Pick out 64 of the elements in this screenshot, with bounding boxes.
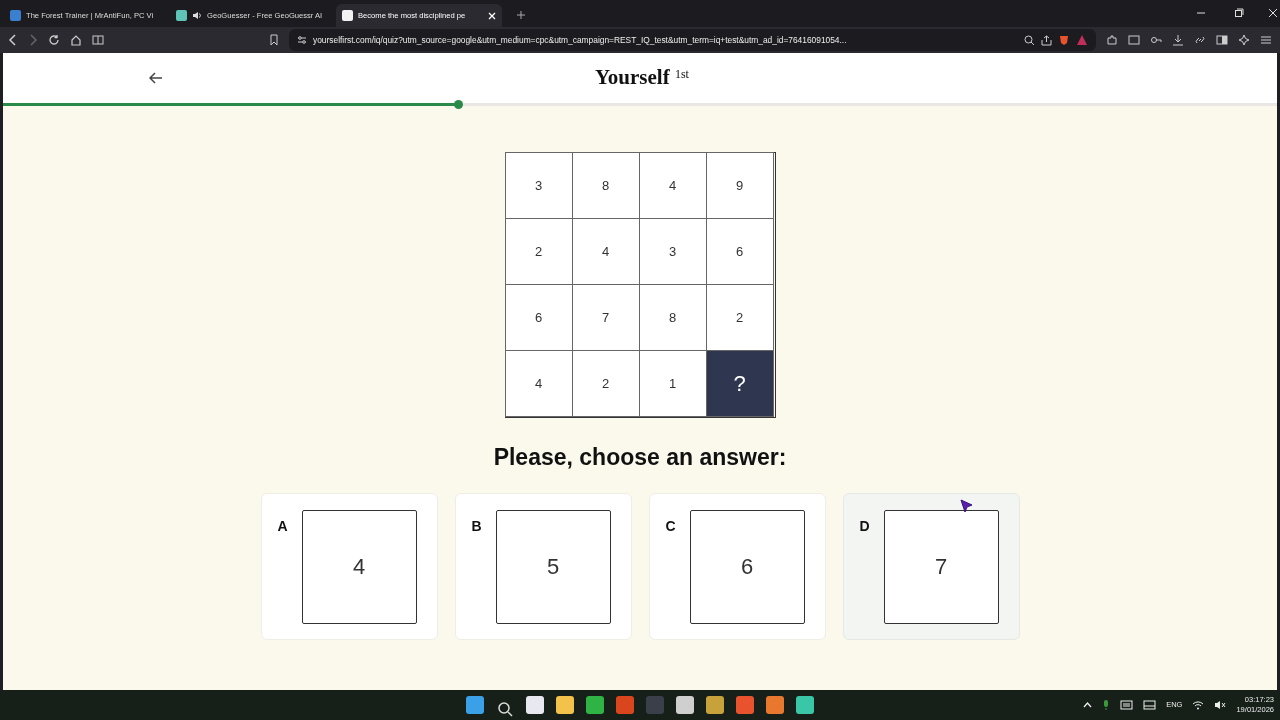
back-arrow-icon[interactable] <box>149 72 163 84</box>
answer-letter: A <box>277 516 288 536</box>
site-settings-icon[interactable] <box>297 35 307 45</box>
grid-cell: 3 <box>504 152 573 219</box>
grid-cell: 7 <box>571 284 640 351</box>
speaker-icon[interactable] <box>1214 700 1227 710</box>
tab-favicon <box>342 10 353 21</box>
answer-letter: B <box>471 516 482 536</box>
grid-cell: 8 <box>571 152 640 219</box>
grid-cell: 8 <box>638 284 707 351</box>
chevron-up-icon[interactable] <box>1083 701 1093 709</box>
download-icon[interactable] <box>1172 34 1184 46</box>
grid-cell: 6 <box>504 284 573 351</box>
grid-cell: 4 <box>504 350 573 417</box>
tab-favicon <box>10 10 21 21</box>
forward-icon[interactable] <box>28 34 38 46</box>
answer-card[interactable]: A 4 <box>260 492 438 640</box>
answer-value: 6 <box>689 509 805 624</box>
key-icon[interactable] <box>1150 34 1162 46</box>
grid-cell: 6 <box>705 218 774 285</box>
grid-cell: 1 <box>638 350 707 417</box>
triangle-icon[interactable] <box>1076 34 1088 46</box>
home-icon[interactable] <box>70 34 82 46</box>
restore-icon[interactable] <box>1234 8 1244 18</box>
menu-icon[interactable] <box>1260 34 1272 46</box>
url-text: yourselfirst.com/iq/quiz?utm_source=google&utm_medium=cpc&utm_campaign=REST_IQ_test&utm_term=iq+test&utm_ad_id=76416091054... <box>313 33 848 47</box>
address-bar[interactable]: yourselfirst.com/iq/quiz?utm_source=google&utm_medium=cpc&utm_campaign=REST_IQ_test&utm_term=iq+test&utm_ad_id=76416091054... <box>289 29 1096 51</box>
sidebar-icon[interactable] <box>92 34 104 46</box>
wifi-icon[interactable] <box>1192 700 1205 710</box>
grid-cell: 2 <box>705 284 774 351</box>
answer-value: 7 <box>883 509 999 624</box>
grid-cell: 2 <box>571 350 640 417</box>
grid-cell: 4 <box>571 218 640 285</box>
answer-card[interactable]: C 6 <box>648 492 826 640</box>
cursor-icon <box>959 498 973 513</box>
logo[interactable]: Yourself $^{1st}$ <box>595 62 689 94</box>
prompt-text: Please, choose an answer: <box>492 443 788 472</box>
share-icon[interactable] <box>1041 34 1052 46</box>
progress-dot <box>454 100 464 109</box>
grid-cell: 4 <box>638 152 707 219</box>
zoom-icon[interactable] <box>1024 34 1035 46</box>
panel-icon[interactable] <box>1216 34 1228 46</box>
bookmark-icon[interactable] <box>269 34 279 46</box>
back-icon[interactable] <box>8 34 18 46</box>
grid-cell: 2 <box>504 218 573 285</box>
link-icon[interactable] <box>1194 34 1206 46</box>
answer-card[interactable]: B 5 <box>454 492 632 640</box>
sparkle-icon[interactable] <box>1238 34 1250 46</box>
tablet-icon[interactable] <box>1143 700 1157 710</box>
grid-cell: 9 <box>705 152 774 219</box>
reload-icon[interactable] <box>48 34 60 46</box>
answer-card[interactable]: D 7 <box>842 492 1020 640</box>
answer-letter: D <box>859 516 870 536</box>
answer-letter: C <box>665 516 676 536</box>
close-icon[interactable] <box>1268 8 1278 18</box>
answer-value: 5 <box>495 509 611 624</box>
shield-icon[interactable] <box>1058 34 1070 46</box>
tab-favicon <box>176 10 187 21</box>
question-cell: ? <box>705 350 774 417</box>
answer-value: 4 <box>301 509 417 624</box>
speaker-icon[interactable] <box>192 11 202 20</box>
grid-cell: 3 <box>638 218 707 285</box>
keyboard-icon[interactable] <box>1120 700 1134 710</box>
new-tab-icon[interactable] <box>516 10 526 20</box>
